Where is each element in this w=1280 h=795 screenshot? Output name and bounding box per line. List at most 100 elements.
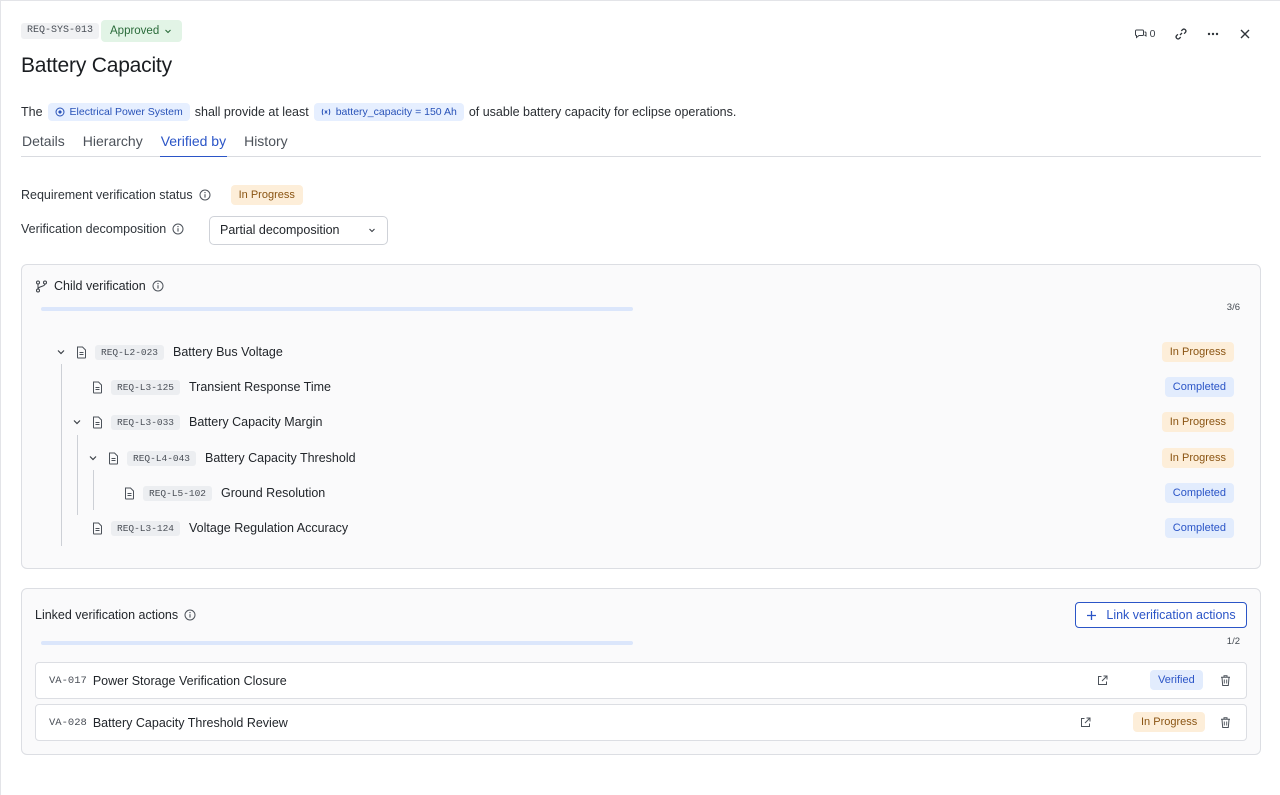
status-badge: In Progress [1161,342,1234,362]
tree-connector [93,470,94,510]
document-icon [93,522,102,534]
link-verification-actions-label: Link verification actions [1106,608,1236,622]
info-icon[interactable] [184,609,196,621]
requirement-statement: The Electrical Power System shall provid… [21,103,736,121]
collapse-toggle[interactable] [54,345,68,359]
verification-status-badge: In Progress [230,185,303,205]
branch-icon [36,280,47,292]
status-badge: In Progress [1133,712,1206,732]
verification-status-label: Requirement verification status [21,188,193,202]
comment-count: 0 [1149,28,1156,40]
tab-hierarchy[interactable]: Hierarchy [82,132,144,157]
requirement-name: Battery Capacity Threshold [205,451,356,465]
link-icon [1175,28,1187,40]
copy-link-button[interactable] [1170,23,1192,45]
collapse-toggle[interactable] [70,415,84,429]
action-name: Power Storage Verification Closure [92,673,287,688]
document-icon [93,416,102,428]
requirement-name: Voltage Regulation Accuracy [189,521,349,535]
requirement-name: Transient Response Time [189,380,331,394]
verification-decomposition-label: Verification decomposition [21,222,167,236]
trash-icon[interactable] [1219,674,1232,687]
tree-connector [77,435,78,515]
verification-action-row[interactable]: VA-017 Power Storage Verification Closur… [35,662,1247,699]
trash-icon[interactable] [1219,716,1232,729]
action-code: VA-028 [49,716,87,729]
linked-actions-progress [41,641,633,645]
system-reference-label: Electrical Power System [69,106,183,118]
linked-actions-header: Linked verification actions [35,608,196,622]
tab-verified-by[interactable]: Verified by [159,132,228,157]
info-icon[interactable] [152,280,164,292]
tree-row[interactable]: REQ-L3-125 Transient Response Time Compl… [92,375,1234,399]
tab-bar: Details Hierarchy Verified by History [21,132,1261,157]
info-icon[interactable] [199,189,211,201]
page-title: Battery Capacity [21,54,172,77]
info-icon[interactable] [172,223,184,235]
action-name: Battery Capacity Threshold Review [92,715,288,730]
verification-decomposition-field: Verification decomposition [21,222,184,236]
comment-icon [1134,29,1147,39]
approval-status-dropdown[interactable]: Approved [101,20,183,42]
status-badge: Completed [1164,518,1234,538]
requirement-code: REQ-L3-125 [111,379,181,395]
parameter-reference-pill[interactable]: battery_capacity = 150 Ah [313,103,464,121]
requirement-panel: REQ-SYS-013 Approved Battery Capacity 0 … [0,0,1280,795]
tree-row[interactable]: REQ-L3-033 Battery Capacity Margin In Pr… [70,410,1234,434]
requirement-code: REQ-L3-124 [111,520,181,536]
status-badge: Verified [1150,670,1203,690]
requirement-code: REQ-L5-102 [143,485,213,501]
chevron-down-icon [57,350,65,355]
status-badge: In Progress [1161,448,1234,468]
child-verification-header: Child verification [35,279,164,293]
child-verification-title: Child verification [54,279,146,293]
system-reference-pill[interactable]: Electrical Power System [47,103,190,121]
system-icon [55,107,65,117]
tree-row[interactable]: REQ-L4-043 Battery Capacity Threshold In… [86,446,1234,470]
comments-button[interactable]: 0 [1134,23,1156,45]
status-badge: In Progress [1161,412,1234,432]
requirement-name: Battery Capacity Margin [189,415,323,429]
document-icon [77,346,86,358]
collapse-toggle[interactable] [86,451,100,465]
close-icon [1240,29,1250,39]
document-icon [109,452,118,464]
statement-suffix: of usable battery capacity for eclipse o… [468,105,737,119]
linked-actions-title: Linked verification actions [35,608,179,622]
document-icon [93,381,102,393]
statement-middle: shall provide at least [194,105,309,119]
approval-status-label: Approved [110,25,160,37]
parameter-reference-label: battery_capacity = 150 Ah [335,106,457,118]
tree-row[interactable]: REQ-L2-023 Battery Bus Voltage In Progre… [54,340,1234,364]
linked-actions-card: Linked verification actions Link verific… [21,588,1261,755]
requirement-code: REQ-L2-023 [95,344,165,360]
verification-action-row[interactable]: VA-028 Battery Capacity Threshold Review… [35,704,1247,741]
linked-actions-count: 1/2 [1226,636,1240,647]
document-icon [125,487,134,499]
tree-row[interactable]: REQ-L5-102 Ground Resolution Completed [124,481,1234,505]
decomposition-select[interactable]: Partial decomposition [209,216,388,245]
chevron-down-icon [73,420,81,425]
status-badge: Completed [1164,377,1234,397]
tab-details[interactable]: Details [21,132,66,157]
tab-history[interactable]: History [243,132,289,157]
decomposition-select-value: Partial decomposition [220,223,340,237]
statement-prefix: The [21,105,43,119]
child-verification-progress [41,307,633,311]
external-link-icon[interactable] [1096,674,1109,687]
parameter-icon [321,108,330,116]
requirement-name: Battery Bus Voltage [173,345,283,359]
close-button[interactable] [1234,23,1256,45]
action-code: VA-017 [49,674,87,687]
requirement-code: REQ-L3-033 [111,414,181,430]
chevron-down-icon [369,228,375,233]
child-verification-count: 3/6 [1226,302,1240,313]
more-options-button[interactable] [1202,23,1224,45]
tree-connector [61,364,62,546]
link-verification-actions-button[interactable]: Link verification actions [1075,602,1247,628]
requirement-id-chip: REQ-SYS-013 [21,23,100,39]
chevron-down-icon [89,456,97,461]
external-link-icon[interactable] [1079,716,1092,729]
tree-row[interactable]: REQ-L3-124 Voltage Regulation Accuracy C… [92,516,1234,540]
requirement-name: Ground Resolution [221,486,326,500]
